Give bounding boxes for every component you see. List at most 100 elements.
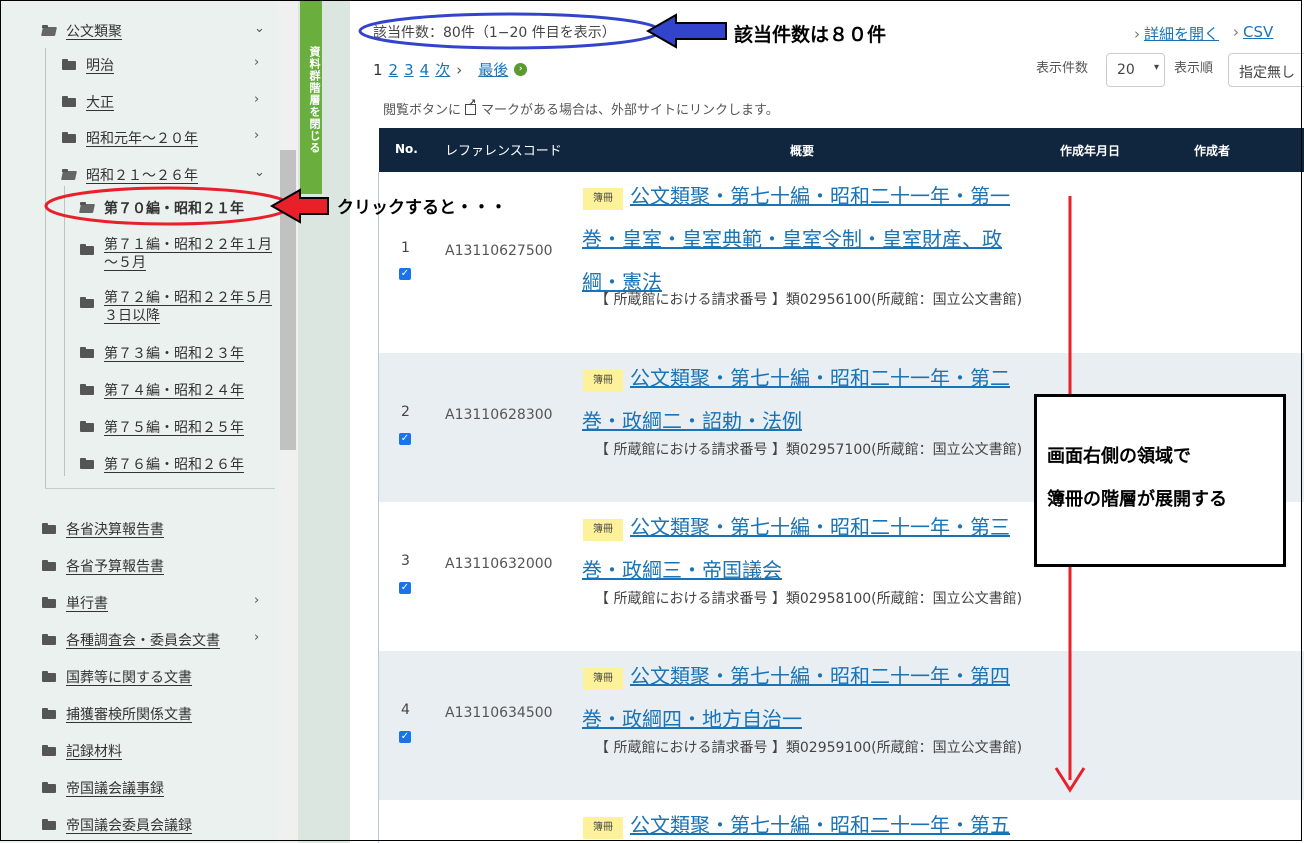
tree-item-hen-76[interactable]: 第７６編・昭和２６年: [80, 454, 244, 474]
tree-item-label[interactable]: 公文類聚: [66, 21, 122, 41]
request-number: 【 所蔵館における請求番号 】類02957100(所蔵館：国立公文書館): [595, 442, 1023, 458]
tree-item-label[interactable]: 第７３編・昭和２３年: [104, 343, 244, 363]
sort-label: 表示順: [1174, 61, 1214, 76]
tree-item-label[interactable]: 第７５編・昭和２５年: [104, 417, 244, 437]
chevron-right-icon[interactable]: ›: [254, 593, 259, 608]
record-title-link[interactable]: 公文類聚・第七十編・昭和二十一年・第一巻・皇室・皇室典範・皇室令制・皇室財産、政…: [582, 175, 1032, 304]
tree-item-label[interactable]: 昭和元年～２０年: [86, 128, 198, 148]
reference-code: A13110634500: [445, 705, 553, 721]
folder-icon: [62, 96, 76, 107]
tree-item-label[interactable]: 捕獲審検所関係文書: [66, 704, 192, 724]
tree-item-label[interactable]: 帝国議会議事録: [66, 778, 164, 798]
folder-icon: [42, 819, 56, 830]
tree-item-showa-21-26[interactable]: 昭和２１～２６年: [62, 165, 198, 185]
tree-item-hen-74[interactable]: 第７４編・昭和２４年: [80, 380, 244, 400]
tree-item-meiji[interactable]: 明治: [62, 55, 114, 75]
chevron-down-icon[interactable]: ⌄: [254, 21, 265, 36]
tree-item-label[interactable]: 第７４編・昭和２４年: [104, 380, 244, 400]
annotation-click: クリックすると・・・: [337, 198, 507, 218]
tree-item-kobun-ruiju[interactable]: 公文類聚: [42, 21, 122, 41]
record-title-link[interactable]: 公文類聚・第七十編・昭和二十一年・第三巻・政綱三・帝国議会: [582, 506, 1032, 592]
tree-item-label[interactable]: 明治: [86, 55, 114, 75]
folder-icon: [80, 297, 94, 308]
tree-item-hen-70[interactable]: 第７０編・昭和２１年: [80, 198, 244, 218]
folder-open-icon: [62, 169, 76, 180]
folder-icon: [80, 421, 94, 432]
tree-item-tankosho[interactable]: 単行書: [42, 593, 108, 613]
row-number: 4: [401, 702, 410, 718]
chevron-right-icon[interactable]: ›: [254, 55, 259, 70]
open-details-link[interactable]: 詳細を開く: [1144, 25, 1219, 43]
tree-item-showa-1-20[interactable]: 昭和元年～２０年: [62, 128, 198, 148]
tree-item-label[interactable]: 第７６編・昭和２６年: [104, 454, 244, 474]
tree-item-hen-71[interactable]: 第７１編・昭和２２年１月～５月: [80, 236, 275, 272]
row-checkbox[interactable]: ✓: [399, 268, 411, 280]
record-title-link[interactable]: 公文類聚・第七十編・昭和二十一年・第二巻・政綱二・詔勅・法例: [582, 357, 1032, 443]
tree-item-kokuso[interactable]: 国葬等に関する文書: [42, 667, 192, 687]
annotation-count: 該当件数は８０件: [734, 24, 887, 46]
tree-item-label[interactable]: 各省決算報告書: [66, 519, 164, 539]
page-2-link[interactable]: 2: [389, 61, 399, 79]
row-checkbox[interactable]: ✓: [399, 433, 411, 445]
page-4-link[interactable]: 4: [420, 61, 430, 79]
tree-item-label[interactable]: 第７０編・昭和２１年: [104, 198, 244, 218]
row-checkbox[interactable]: ✓: [399, 731, 411, 743]
tree-item-label[interactable]: 昭和２１～２６年: [86, 165, 198, 185]
record-title-link[interactable]: 公文類聚・第七十編・昭和二十一年・第五: [582, 804, 1032, 843]
tree-item-label[interactable]: 単行書: [66, 593, 108, 613]
reference-code: A13110632000: [445, 556, 553, 572]
note-text: 閲覧ボタンに: [383, 103, 462, 118]
tree-item-label[interactable]: 各省予算報告書: [66, 556, 164, 576]
folder-icon: [42, 560, 56, 571]
tree-item-iinkai[interactable]: 帝国議会委員会議録: [42, 815, 192, 835]
reference-code: A13110627500: [445, 243, 553, 259]
tree-item-hen-73[interactable]: 第７３編・昭和２３年: [80, 343, 244, 363]
arrow-circle-right-icon[interactable]: ›: [514, 63, 528, 76]
tree-item-label[interactable]: 帝国議会委員会議録: [66, 815, 192, 835]
display-count-select[interactable]: 20 ▾: [1106, 53, 1165, 87]
annotation-callout-box: 画面右側の領域で 簿冊の階層が展開する: [1034, 394, 1286, 567]
folder-open-icon: [42, 25, 56, 36]
next-page-link[interactable]: 次: [435, 59, 450, 80]
folder-icon: [42, 671, 56, 682]
tree-item-label[interactable]: 国葬等に関する文書: [66, 667, 192, 687]
last-page-link[interactable]: 最後: [478, 59, 508, 80]
csv-link[interactable]: CSV: [1243, 23, 1273, 41]
sort-select[interactable]: 指定無し: [1228, 53, 1304, 87]
sidebar-scrollbar-thumb[interactable]: [280, 150, 296, 450]
tree-item-gijiroku[interactable]: 帝国議会議事録: [42, 778, 164, 798]
chevron-right-icon[interactable]: ›: [254, 630, 259, 645]
table-row: 簿冊 公文類聚・第七十編・昭和二十一年・第五: [379, 800, 1304, 843]
tree-item-hen-75[interactable]: 第７５編・昭和２５年: [80, 417, 244, 437]
row-number: 2: [401, 404, 410, 420]
tree-item-label[interactable]: 第７１編・昭和２２年１月～５月: [104, 236, 274, 272]
reference-code: A13110628300: [445, 407, 553, 423]
chevron-right-icon[interactable]: ›: [254, 92, 259, 107]
tree-item-chosakai[interactable]: 各種調査会・委員会文書: [42, 630, 220, 650]
tree-item-kessan[interactable]: 各省決算報告書: [42, 519, 164, 539]
chevron-right-icon[interactable]: ›: [254, 128, 259, 143]
folder-icon: [42, 745, 56, 756]
caret-down-icon: ▾: [1153, 62, 1159, 73]
tree-item-kiroku[interactable]: 記録材料: [42, 741, 122, 761]
chevron-down-icon[interactable]: ⌄: [254, 165, 265, 180]
tree-item-taisho[interactable]: 大正: [62, 92, 114, 112]
tree-item-yosan[interactable]: 各省予算報告書: [42, 556, 164, 576]
callout-line-1: 画面右側の領域で: [1047, 446, 1191, 467]
tree-item-label[interactable]: 記録材料: [66, 741, 122, 761]
tree-item-label[interactable]: 各種調査会・委員会文書: [66, 630, 220, 650]
tree-item-hen-72[interactable]: 第７２編・昭和２２年５月３日以降: [80, 289, 275, 325]
collapse-tree-button[interactable]: 資料群階層を閉じる: [300, 0, 322, 194]
col-header-author: 作成者: [1194, 144, 1231, 158]
col-header-date: 作成年月日: [1060, 144, 1121, 158]
page-3-link[interactable]: 3: [404, 61, 414, 79]
folder-open-icon: [80, 202, 94, 213]
tree-item-label[interactable]: 第７２編・昭和２２年５月３日以降: [104, 289, 274, 325]
col-header-ref: レファレンスコード: [445, 144, 562, 159]
row-checkbox[interactable]: ✓: [399, 582, 411, 594]
chevron-right-icon: ›: [1134, 25, 1140, 43]
tree-item-hokaku[interactable]: 捕獲審検所関係文書: [42, 704, 192, 724]
tree-item-label[interactable]: 大正: [86, 92, 114, 112]
chevron-right-icon: ›: [1233, 23, 1240, 41]
record-title-link[interactable]: 公文類聚・第七十編・昭和二十一年・第四巻・政綱四・地方自治一: [582, 655, 1032, 741]
